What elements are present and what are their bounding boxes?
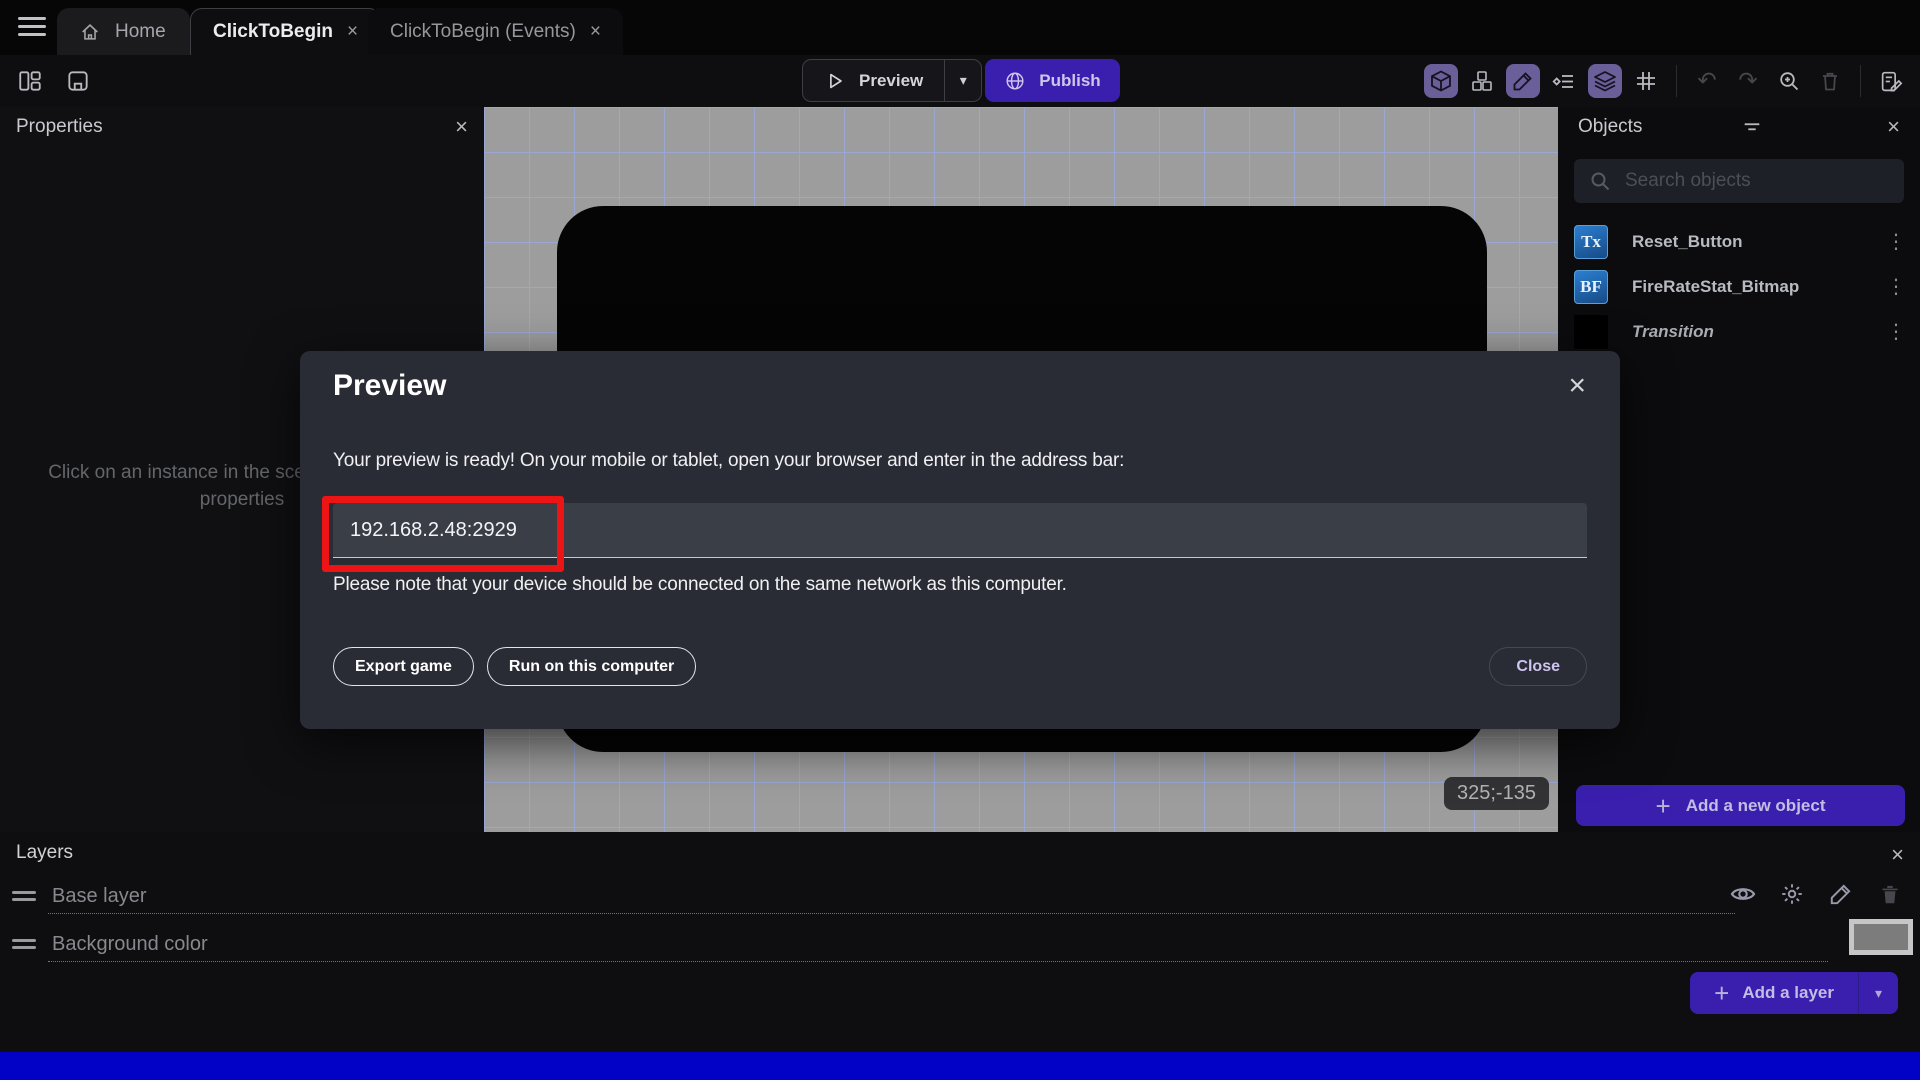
object-row-fireratestat-bitmap[interactable]: BF FireRateStat_Bitmap ⋮ bbox=[1558, 264, 1920, 309]
layer-name-underline bbox=[48, 961, 1828, 962]
dialog-close-button[interactable]: Close bbox=[1489, 647, 1587, 686]
layer-row-base-layer[interactable]: Base layer bbox=[12, 877, 147, 915]
layer-name-underline bbox=[48, 913, 1735, 914]
layer-row-background-color[interactable]: Background color bbox=[12, 925, 208, 963]
layer-name-field[interactable]: Base layer bbox=[52, 885, 147, 908]
text-object-icon: Tx bbox=[1574, 224, 1608, 259]
toolbar-divider bbox=[1860, 65, 1861, 97]
bottom-strip bbox=[0, 1052, 1920, 1080]
layers-panel: Layers × Base layer Background color + A… bbox=[0, 832, 1920, 1052]
preview-button[interactable]: Preview bbox=[803, 60, 944, 101]
background-color-swatch[interactable] bbox=[1849, 919, 1913, 955]
export-game-button[interactable]: Export game bbox=[333, 647, 474, 686]
objects-icon[interactable] bbox=[1465, 64, 1499, 98]
tab-label: Home bbox=[115, 20, 166, 42]
dialog-title: Preview bbox=[333, 369, 447, 402]
layer-effects-icon[interactable] bbox=[1778, 880, 1806, 908]
layer-edit-pencil-icon[interactable] bbox=[1827, 880, 1855, 908]
object-name: FireRateStat_Bitmap bbox=[1632, 276, 1800, 296]
properties-title: Properties bbox=[16, 116, 103, 137]
bitmap-font-object-icon: BF bbox=[1574, 269, 1608, 304]
add-new-object-button[interactable]: + Add a new object bbox=[1576, 785, 1905, 826]
object-name: Transition bbox=[1632, 321, 1714, 341]
toolbar-divider bbox=[1676, 65, 1677, 97]
add-layer-dropdown-icon[interactable]: ▾ bbox=[1858, 972, 1898, 1014]
object-menu-icon[interactable]: ⋮ bbox=[1886, 274, 1906, 299]
layers-title: Layers bbox=[16, 842, 74, 863]
grid-icon[interactable] bbox=[1629, 64, 1663, 98]
search-objects-input[interactable] bbox=[1625, 170, 1890, 192]
objects-list: Tx Reset_Button ⋮ BF FireRateStat_Bitmap… bbox=[1558, 219, 1920, 354]
objects-title: Objects bbox=[1578, 116, 1643, 137]
play-icon bbox=[824, 70, 846, 92]
close-layers-icon[interactable]: × bbox=[1891, 842, 1904, 868]
tab-clicktobegin[interactable]: ClickToBegin × bbox=[190, 8, 382, 55]
main-menu-icon[interactable] bbox=[18, 17, 46, 37]
tab-bar: Home ClickToBegin × ClickToBegin (Events… bbox=[0, 0, 1920, 55]
delete-icon[interactable] bbox=[1813, 64, 1847, 98]
toggle-panels-icon[interactable] bbox=[14, 65, 46, 97]
object-row-transition[interactable]: Transition ⋮ bbox=[1558, 309, 1920, 354]
dialog-note-text: Please note that your device should be c… bbox=[333, 574, 1067, 595]
object-menu-icon[interactable]: ⋮ bbox=[1886, 229, 1906, 254]
layer-name-field[interactable]: Background color bbox=[52, 933, 208, 956]
object-row-reset-button[interactable]: Tx Reset_Button ⋮ bbox=[1558, 219, 1920, 264]
publish-button[interactable]: Publish bbox=[985, 59, 1120, 102]
dialog-body-text: Your preview is ready! On your mobile or… bbox=[333, 450, 1125, 471]
redo-icon[interactable]: ↷ bbox=[1731, 64, 1765, 98]
object-menu-icon[interactable]: ⋮ bbox=[1886, 319, 1906, 344]
preview-button-group: Preview ▾ bbox=[802, 59, 983, 102]
tab-label: ClickToBegin bbox=[213, 21, 333, 42]
close-dialog-icon[interactable]: × bbox=[1568, 371, 1586, 401]
plus-icon: + bbox=[1655, 790, 1671, 821]
close-objects-icon[interactable]: × bbox=[1887, 116, 1900, 138]
close-properties-icon[interactable]: × bbox=[455, 116, 468, 138]
globe-icon bbox=[1004, 70, 1026, 92]
object-name: Reset_Button bbox=[1632, 231, 1743, 251]
preview-address-input[interactable] bbox=[333, 503, 1587, 558]
drag-handle-icon[interactable] bbox=[12, 887, 36, 905]
edit-instances-icon[interactable] bbox=[1506, 64, 1540, 98]
layer-visibility-eye-icon[interactable] bbox=[1729, 880, 1757, 908]
edit-scene-events-icon[interactable] bbox=[1874, 64, 1908, 98]
sprite-object-icon bbox=[1574, 314, 1608, 349]
tab-label: ClickToBegin (Events) bbox=[390, 20, 576, 42]
preview-options-dropdown[interactable]: ▾ bbox=[944, 60, 981, 101]
tab-home[interactable]: Home bbox=[57, 8, 190, 55]
zoom-in-icon[interactable] bbox=[1772, 64, 1806, 98]
save-icon[interactable] bbox=[62, 65, 94, 97]
layers-icon[interactable] bbox=[1588, 64, 1622, 98]
view-3d-icon[interactable] bbox=[1424, 64, 1458, 98]
preview-dialog: Preview × Your preview is ready! On your… bbox=[300, 351, 1620, 729]
run-on-this-computer-button[interactable]: Run on this computer bbox=[486, 647, 697, 686]
home-icon bbox=[79, 21, 101, 43]
search-icon bbox=[1588, 169, 1612, 193]
tab-clicktobegin-events[interactable]: ClickToBegin (Events) × bbox=[368, 8, 623, 55]
gdevelop-window: Home ClickToBegin × ClickToBegin (Events… bbox=[0, 0, 1920, 1080]
plus-icon: + bbox=[1714, 978, 1730, 1008]
instances-list-icon[interactable] bbox=[1547, 64, 1581, 98]
drag-handle-icon[interactable] bbox=[12, 935, 36, 953]
objects-search-box[interactable] bbox=[1574, 159, 1904, 203]
cursor-coordinates-badge: 325;-135 bbox=[1444, 777, 1549, 810]
layer-delete-trash-icon[interactable] bbox=[1876, 880, 1904, 908]
add-layer-button[interactable]: + Add a layer ▾ bbox=[1690, 972, 1898, 1014]
filter-icon[interactable] bbox=[1741, 116, 1763, 138]
toolbar: Preview ▾ Publish ↶ ↷ bbox=[0, 55, 1920, 107]
close-tab-icon[interactable]: × bbox=[347, 21, 358, 43]
undo-icon[interactable]: ↶ bbox=[1690, 64, 1724, 98]
close-tab-icon[interactable]: × bbox=[590, 21, 601, 43]
